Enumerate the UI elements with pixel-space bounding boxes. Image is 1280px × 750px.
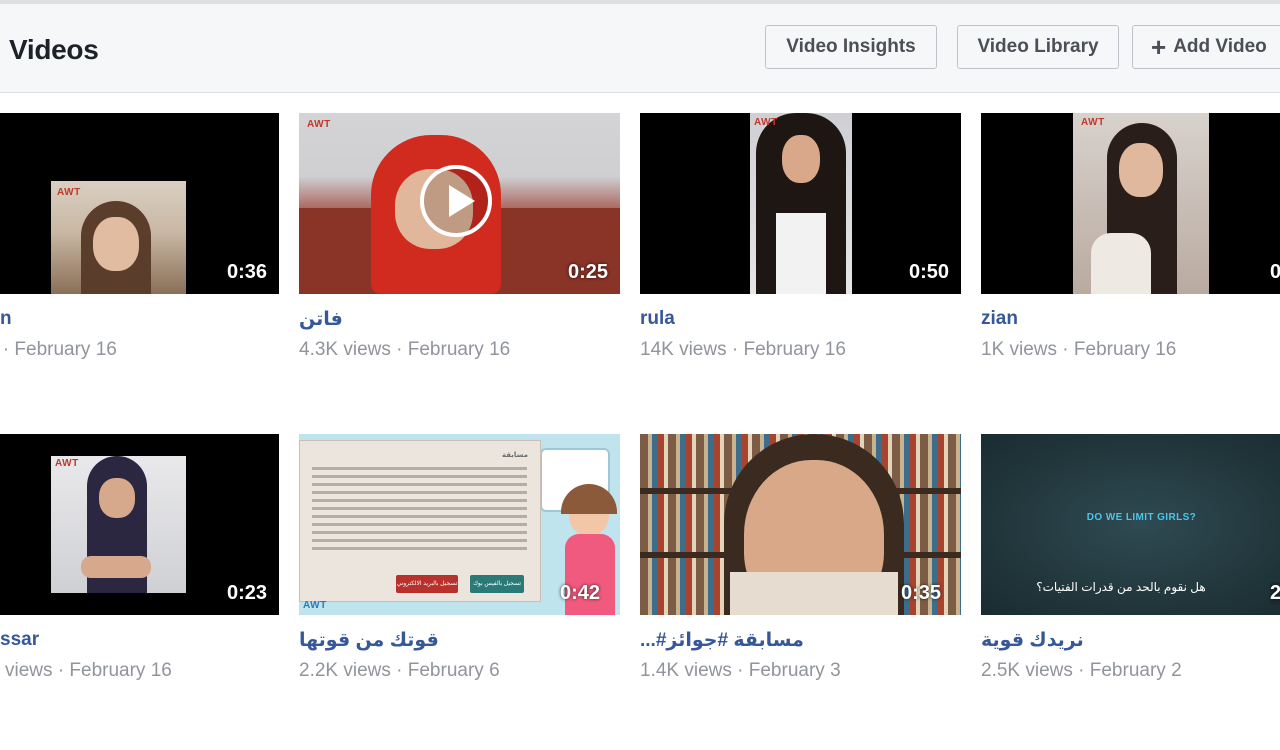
video-thumbnail[interactable]: 0:35 [640, 434, 961, 615]
thumbnail-caption-arabic: هل نقوم بالحد من قدرات الفتيات؟ [1036, 580, 1206, 594]
video-thumbnail[interactable]: DO WE LIMIT GIRLS? هل نقوم بالحد من قدرا… [981, 434, 1280, 615]
video-thumbnail[interactable]: AWT 0:25 [299, 113, 620, 294]
video-duration: 0:25 [567, 261, 608, 283]
video-duration: 0:23 [226, 582, 267, 604]
video-duration: 0:15 [1269, 261, 1280, 283]
video-meta: 1K views · February 16 [981, 339, 1177, 360]
awt-logo: AWT [55, 458, 79, 469]
video-meta: 4.3K views · February 16 [299, 339, 511, 360]
video-title[interactable]: مسابقة #جوائز#... [640, 629, 960, 652]
add-video-label: Add Video [1173, 36, 1267, 57]
plus-icon: + [1151, 32, 1167, 62]
thumbnail-caption-english: DO WE LIMIT GIRLS? [1086, 512, 1197, 523]
video-insights-label: Video Insights [786, 36, 916, 57]
awt-logo: AWT [1081, 117, 1105, 128]
email-signup-button: تسجيل بالبريد الالكتروني [396, 575, 458, 593]
video-library-button[interactable]: Video Library [957, 25, 1119, 69]
video-meta: 2.5K views · February 2 [981, 660, 1182, 681]
video-title[interactable]: قوتك من قوتها [299, 629, 619, 652]
awt-logo: AWT [307, 119, 331, 130]
video-insights-button[interactable]: Video Insights [765, 25, 937, 69]
video-title[interactable]: n [0, 308, 320, 330]
add-video-button[interactable]: + Add Video [1132, 25, 1280, 69]
video-title[interactable]: فاتن [299, 308, 619, 331]
page-title: Videos [9, 34, 99, 65]
video-title[interactable]: rula [640, 308, 960, 330]
video-meta: 1.4K views · February 3 [640, 660, 841, 681]
awt-logo: AWT [754, 117, 778, 128]
thumbnail-image: AWT [1073, 113, 1209, 294]
video-title[interactable]: ssar [0, 629, 320, 651]
video-duration: 2:38 [1269, 582, 1280, 605]
video-meta: 2.2K views · February 6 [299, 660, 500, 681]
video-duration: 0:36 [226, 261, 267, 283]
video-meta: 14K views · February 16 [640, 339, 846, 360]
facebook-signup-button: تسجيل بالفيس بوك [470, 575, 524, 593]
thumbnail-image: AWT [750, 113, 852, 294]
video-thumbnail[interactable]: مسابقة تسجيل بالبريد الالكتروني تسجيل با… [299, 434, 620, 615]
video-thumbnail[interactable]: AWT 0:23 [0, 434, 279, 615]
video-duration: 0:50 [908, 261, 949, 283]
video-duration: 0:35 [900, 582, 941, 604]
video-duration: 0:42 [559, 582, 600, 604]
thumbnail-image: AWT [51, 181, 186, 294]
thumbnail-image: AWT [51, 456, 186, 593]
video-meta: views · February 16 [0, 339, 117, 360]
video-title[interactable]: نريدك قوية [981, 629, 1280, 652]
video-thumbnail[interactable]: AWT 0:15 [981, 113, 1280, 294]
page-header: Videos Video Insights Video Library + Ad… [0, 4, 1280, 93]
video-meta: views · February 16 [5, 660, 172, 681]
video-thumbnail[interactable]: AWT 0:36 [0, 113, 279, 294]
video-library-label: Video Library [977, 36, 1099, 57]
play-icon[interactable] [420, 165, 492, 237]
video-title[interactable]: zian [981, 308, 1280, 330]
awt-logo: AWT [57, 187, 81, 198]
awt-logo: AWT [303, 600, 327, 611]
document-image: مسابقة تسجيل بالبريد الالكتروني تسجيل با… [299, 440, 541, 602]
document-heading: مسابقة [502, 452, 528, 459]
video-thumbnail[interactable]: AWT 0:50 [640, 113, 961, 294]
